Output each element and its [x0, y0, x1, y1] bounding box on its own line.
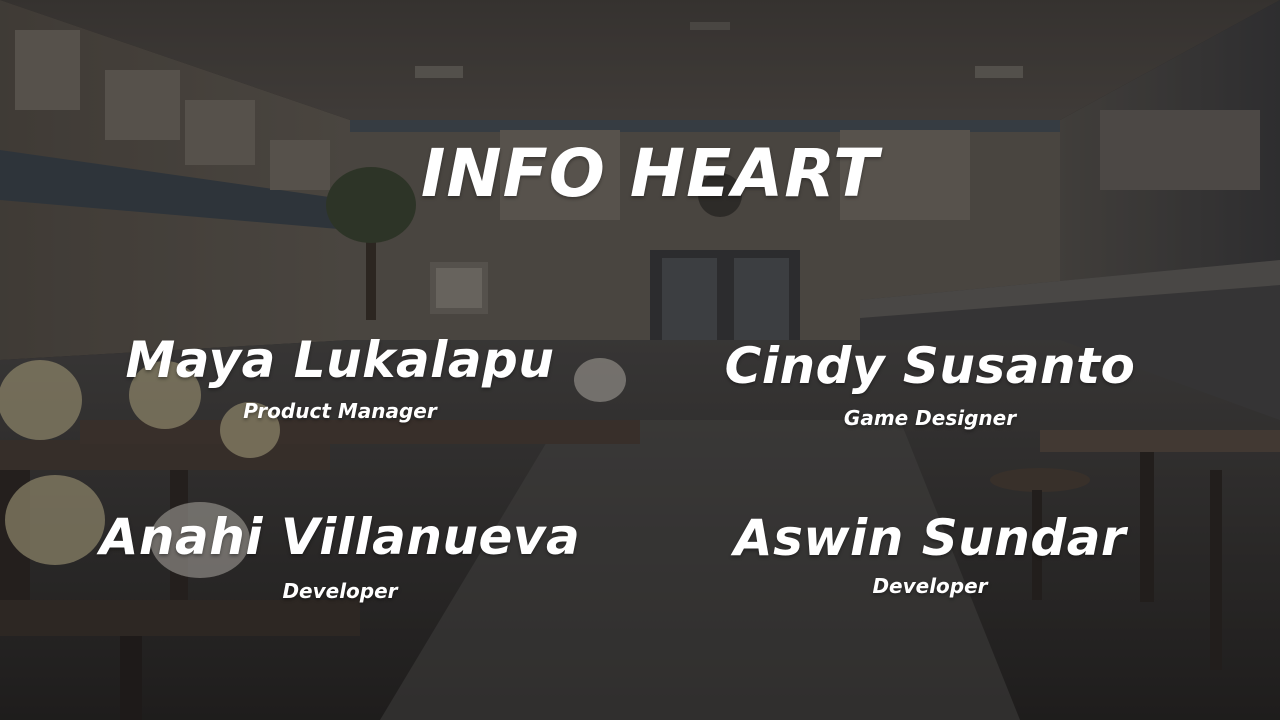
credit-role-4: Developer	[872, 574, 988, 598]
credit-role-3: Developer	[282, 579, 398, 603]
credit-name-4: Aswin Sundar	[733, 509, 1127, 567]
credit-role-2: Game Designer	[843, 406, 1017, 430]
credit-name-1: Maya Lukalapu	[125, 331, 555, 389]
credit-name-2: Cindy Susanto	[724, 337, 1136, 395]
credit-name-3: Anahi Villanueva	[99, 508, 581, 566]
screen-title: INFO HEART	[420, 135, 880, 212]
credit-role-1: Product Manager	[243, 399, 437, 423]
